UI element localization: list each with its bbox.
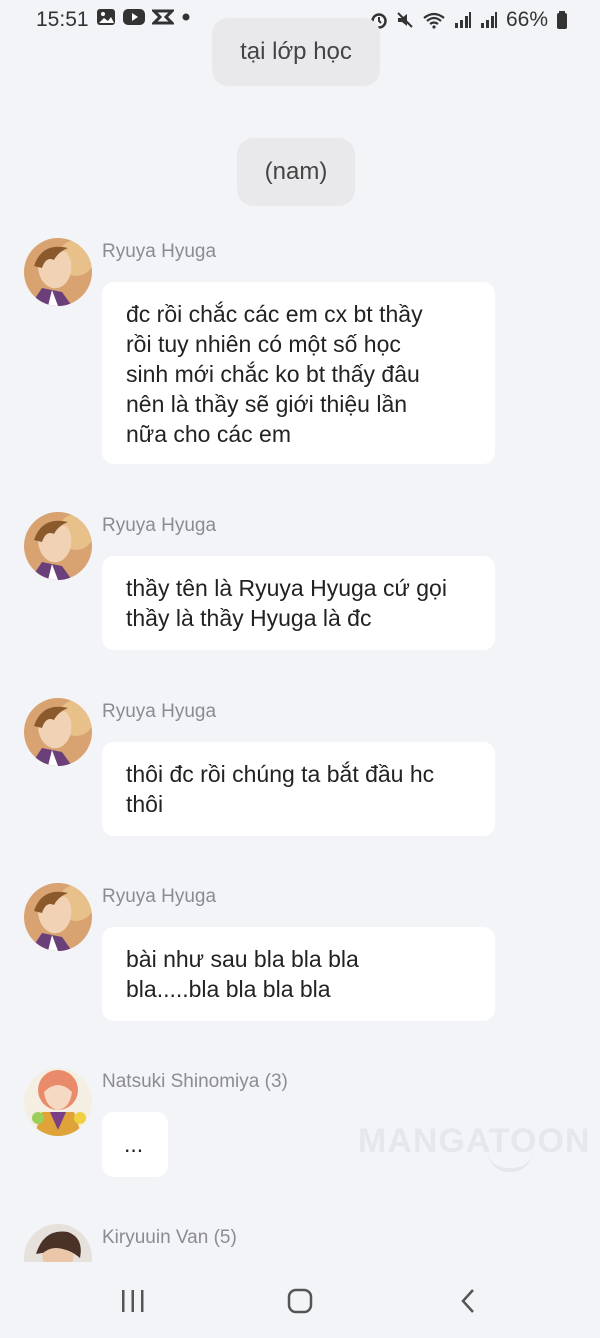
message-line: nữa cho các em: [126, 421, 291, 447]
message-line: nên là thầy sẽ giới thiệu lần: [126, 391, 408, 417]
home-button[interactable]: [280, 1286, 320, 1316]
ryuya-avatar[interactable]: [24, 883, 92, 951]
dot-icon: [182, 13, 190, 21]
sender-name: Ryuya Hyuga: [102, 515, 217, 536]
signal-icon: [454, 12, 471, 28]
sender-name: Ryuya Hyuga: [102, 241, 217, 262]
message-line: rồi tuy nhiên có một số học: [126, 331, 401, 357]
message-line: bla.....bla bla bla bla: [126, 976, 331, 1002]
battery-icon: [557, 11, 567, 29]
message-bubble: bài như sau bla bla bla bla.....bla bla …: [102, 927, 495, 1021]
message-line: đc rồi chắc các em cx bt thầy: [126, 301, 423, 327]
sender-name: Ryuya Hyuga: [102, 701, 217, 722]
system-icons: 66%: [370, 8, 568, 32]
narration-bubble: tại lớp học: [212, 18, 380, 86]
capcut-icon: [152, 9, 174, 25]
back-button[interactable]: [448, 1286, 488, 1316]
ryuya-avatar[interactable]: [24, 238, 92, 306]
watermark: MANGATOON: [358, 1122, 591, 1160]
gallery-icon: [97, 9, 115, 25]
kiryuuin-avatar[interactable]: [24, 1224, 92, 1262]
status-time: 15:51: [36, 8, 89, 31]
signal-icon-2: [480, 12, 497, 28]
message-line: bài như sau bla bla bla: [126, 946, 359, 972]
back-icon: [461, 1289, 474, 1313]
watermark-smile-icon: [488, 1152, 532, 1172]
message-bubble: thôi đc rồi chúng ta bắt đầu hc thôi: [102, 742, 495, 836]
message-line: thầy tên là Ryuya Hyuga cứ gọi: [126, 575, 447, 601]
narration-bubble: (nam): [237, 138, 355, 206]
message-line: ...: [124, 1131, 144, 1157]
chat-message: Kiryuuin Van (5): [0, 1224, 600, 1262]
message-line: sinh mới chắc ko bt thấy đâu: [126, 361, 420, 387]
message-line: thầy là thầy Hyuga là đc: [126, 605, 372, 631]
message-line: thôi đc rồi chúng ta bắt đầu hc: [126, 761, 435, 787]
home-icon: [287, 1288, 313, 1314]
mute-icon: [397, 12, 413, 28]
wifi-icon: [423, 12, 445, 29]
sender-name: Ryuya Hyuga: [102, 886, 217, 907]
sender-name: Kiryuuin Van (5): [102, 1227, 237, 1248]
message-line: thôi: [126, 791, 164, 817]
message-bubble: thầy tên là Ryuya Hyuga cứ gọi thầy là t…: [102, 556, 495, 650]
youtube-icon: [123, 9, 145, 25]
notification-icons: [96, 8, 192, 26]
natsuki-avatar[interactable]: [24, 1068, 92, 1136]
ryuya-avatar[interactable]: [24, 698, 92, 766]
navigation-bar: [0, 1262, 600, 1338]
recent-apps-button[interactable]: [113, 1286, 153, 1316]
ryuya-avatar[interactable]: [24, 512, 92, 580]
recent-apps-icon: [122, 1290, 144, 1312]
message-bubble: ...: [102, 1112, 168, 1177]
battery-percent: 66%: [505, 8, 548, 31]
message-bubble: đc rồi chắc các em cx bt thầy rồi tuy nh…: [102, 282, 495, 464]
sender-name: Natsuki Shinomiya (3): [102, 1071, 288, 1092]
